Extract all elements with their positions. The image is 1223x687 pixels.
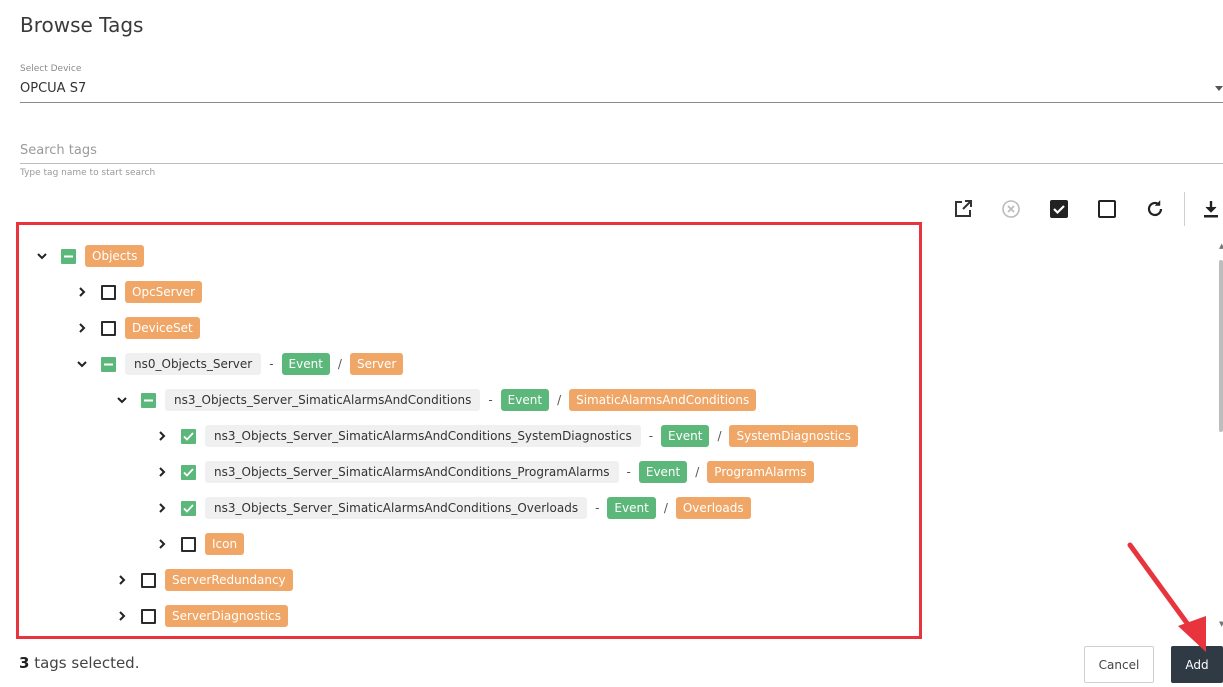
tree-row-objects[interactable]: Objects bbox=[35, 244, 145, 268]
chevron-right-icon[interactable] bbox=[155, 465, 169, 479]
uncheck-all-icon[interactable] bbox=[1094, 196, 1120, 222]
chevron-right-icon[interactable] bbox=[155, 501, 169, 515]
chevron-down-icon[interactable] bbox=[35, 249, 49, 263]
tree-checkbox[interactable] bbox=[181, 536, 196, 552]
chevron-down-icon[interactable] bbox=[75, 357, 89, 371]
node-id-chip: ns3_Objects_Server_SimaticAlarmsAndCondi… bbox=[205, 425, 641, 447]
dash-separator: - bbox=[626, 465, 631, 479]
search-field[interactable] bbox=[20, 138, 1223, 164]
tree-checkbox[interactable] bbox=[101, 284, 116, 300]
node-id-chip: ns3_Objects_Server_SimaticAlarmsAndCondi… bbox=[205, 461, 619, 483]
tree-checkbox[interactable] bbox=[141, 572, 156, 588]
tag-chip: Objects bbox=[85, 245, 145, 267]
tree-row-simatic-alarms[interactable]: ns3_Objects_Server_SimaticAlarmsAndCondi… bbox=[115, 388, 757, 412]
slash-separator: / bbox=[695, 465, 700, 479]
chevron-right-icon[interactable] bbox=[75, 321, 89, 335]
node-id-chip: ns3_Objects_Server_SimaticAlarmsAndCondi… bbox=[165, 389, 481, 411]
tag-chip: SimaticAlarmsAndConditions bbox=[569, 389, 757, 411]
tag-chip: DeviceSet bbox=[125, 317, 200, 339]
dash-separator: - bbox=[488, 393, 493, 407]
dropdown-caret-icon bbox=[1215, 86, 1223, 91]
tag-chip: ServerDiagnostics bbox=[165, 605, 288, 627]
tree-row-deviceset[interactable]: DeviceSet bbox=[75, 316, 200, 340]
annotation-arrow-icon bbox=[1127, 542, 1206, 652]
node-id-chip: ns3_Objects_Server_SimaticAlarmsAndCondi… bbox=[205, 497, 588, 519]
tree-row-program-alarms[interactable]: ns3_Objects_Server_SimaticAlarmsAndCondi… bbox=[155, 460, 814, 484]
tree-checkbox-checked[interactable] bbox=[181, 464, 196, 480]
tree-checkbox-checked[interactable] bbox=[181, 428, 196, 444]
tag-chip: Overloads bbox=[675, 497, 751, 519]
dash-separator: - bbox=[595, 501, 600, 515]
tag-chip: OpcServer bbox=[125, 281, 203, 303]
slash-separator: / bbox=[717, 429, 722, 443]
dialog-title: Browse Tags bbox=[20, 13, 144, 37]
type-chip: Event bbox=[281, 353, 330, 375]
chevron-right-icon[interactable] bbox=[155, 429, 169, 443]
tree-checkbox[interactable] bbox=[101, 320, 116, 336]
tree-row-server-redundancy[interactable]: ServerRedundancy bbox=[115, 568, 293, 592]
scrollbar-thumb[interactable] bbox=[1219, 260, 1223, 432]
toolbar-divider bbox=[1184, 192, 1185, 226]
node-id-chip: ns0_Objects_Server bbox=[125, 353, 262, 375]
tag-chip: SystemDiagnostics bbox=[729, 425, 858, 447]
tag-chip: Icon bbox=[205, 533, 245, 555]
tree-checkbox-indeterminate[interactable] bbox=[141, 392, 156, 408]
tree-row-opcserver[interactable]: OpcServer bbox=[75, 280, 203, 304]
dash-separator: - bbox=[648, 429, 654, 443]
dash-separator: - bbox=[269, 357, 274, 371]
selected-text: tags selected. bbox=[29, 654, 140, 672]
chevron-right-icon[interactable] bbox=[155, 537, 169, 551]
tag-chip: Server bbox=[349, 353, 404, 375]
check-all-icon[interactable] bbox=[1046, 196, 1072, 222]
selected-count: 3 bbox=[19, 654, 30, 672]
chevron-right-icon[interactable] bbox=[75, 285, 89, 299]
tree-row-server-diagnostics[interactable]: ServerDiagnostics bbox=[115, 604, 288, 628]
refresh-icon[interactable] bbox=[1142, 196, 1168, 222]
tag-chip: ProgramAlarms bbox=[707, 461, 814, 483]
tree-row-system-diagnostics[interactable]: ns3_Objects_Server_SimaticAlarmsAndCondi… bbox=[155, 424, 858, 448]
chevron-down-icon[interactable] bbox=[115, 393, 129, 407]
scroll-up-icon[interactable]: ▲ bbox=[1219, 242, 1223, 250]
type-chip: Event bbox=[607, 497, 656, 519]
tree-checkbox-indeterminate[interactable] bbox=[61, 248, 76, 264]
device-select-label: Select Device bbox=[20, 64, 82, 74]
slash-separator: / bbox=[337, 357, 342, 371]
tree-row-server[interactable]: ns0_Objects_Server - Event / Server bbox=[75, 352, 404, 376]
tag-tree-panel: Objects OpcServer DeviceSet ns0_Objects_… bbox=[16, 222, 922, 639]
search-input[interactable] bbox=[20, 143, 1223, 158]
device-select[interactable]: Select Device OPCUA S7 bbox=[20, 64, 1223, 103]
selection-status: 3 tags selected. bbox=[19, 654, 139, 672]
open-external-icon[interactable] bbox=[950, 196, 976, 222]
tree-row-overloads[interactable]: ns3_Objects_Server_SimaticAlarmsAndCondi… bbox=[155, 496, 751, 520]
slash-separator: / bbox=[663, 501, 668, 515]
chevron-right-icon[interactable] bbox=[115, 573, 129, 587]
device-select-value: OPCUA S7 bbox=[20, 81, 87, 96]
tree-checkbox[interactable] bbox=[141, 608, 156, 624]
tree-checkbox-indeterminate[interactable] bbox=[101, 356, 116, 372]
tree-row-icon[interactable]: Icon bbox=[155, 532, 245, 556]
type-chip: Event bbox=[500, 389, 550, 411]
tree-checkbox-checked[interactable] bbox=[181, 500, 196, 516]
type-chip: Event bbox=[638, 461, 688, 483]
chevron-right-icon[interactable] bbox=[115, 609, 129, 623]
type-chip: Event bbox=[661, 425, 710, 447]
download-icon[interactable] bbox=[1198, 196, 1223, 222]
clear-circle-icon[interactable] bbox=[998, 196, 1024, 222]
slash-separator: / bbox=[557, 393, 562, 407]
search-hint: Type tag name to start search bbox=[20, 168, 156, 178]
tag-chip: ServerRedundancy bbox=[165, 569, 293, 591]
